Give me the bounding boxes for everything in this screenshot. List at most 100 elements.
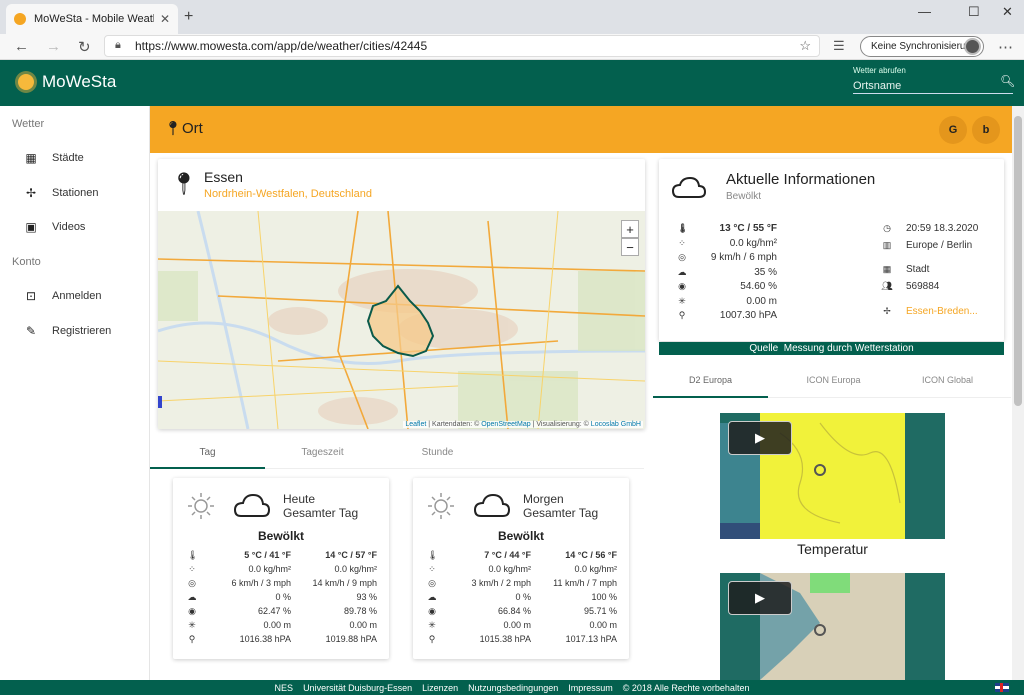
min-value: 0 % bbox=[275, 592, 291, 602]
close-tab-icon[interactable]: ✕ bbox=[160, 12, 170, 26]
sidebar-item-registrieren[interactable]: ✎ Registrieren bbox=[0, 319, 150, 343]
location-pin-icon: 📍︎ bbox=[170, 171, 198, 196]
tab-icon-europa[interactable]: ICON Europa bbox=[776, 375, 891, 385]
min-value: 0.0 kg/hm² bbox=[488, 564, 531, 574]
bing-button[interactable]: b bbox=[972, 116, 1000, 144]
day-value-row: ⚲ 1015.38 hPA 1017.13 hPA bbox=[413, 634, 629, 648]
current-value-row: ◉ 54.60 % bbox=[659, 281, 777, 295]
sidebar-item-label: Stationen bbox=[52, 187, 99, 199]
footer-link-imprint[interactable]: Impressum bbox=[568, 683, 613, 693]
day-title: Heute Gesamter Tag bbox=[283, 492, 358, 520]
day-condition: Bewölkt bbox=[257, 529, 304, 543]
video-icon: ▣ bbox=[25, 220, 37, 234]
sidebar-item-anmelden[interactable]: ⊡ Anmelden bbox=[0, 284, 150, 308]
brand-logo[interactable]: MoWeSta bbox=[18, 72, 116, 92]
play-button[interactable]: ▶ bbox=[728, 421, 792, 455]
minimize-icon[interactable]: — bbox=[918, 4, 931, 19]
fan-icon: ✢ bbox=[25, 186, 37, 200]
browser-tab[interactable]: MoWeSta - Mobile Weather Stat ✕ bbox=[6, 4, 178, 34]
day-condition: Bewölkt bbox=[497, 529, 544, 543]
sun-icon bbox=[188, 493, 214, 519]
footer-link-nes[interactable]: NES bbox=[275, 683, 294, 693]
address-bar[interactable]: 🔒︎ https://www.mowesta.com/app/de/weathe… bbox=[104, 35, 820, 57]
sidebar-section-account: Konto bbox=[12, 256, 41, 268]
sidebar-item-label: Anmelden bbox=[52, 290, 102, 302]
source-value: Messung durch Wetterstation bbox=[783, 343, 914, 354]
search-icon[interactable]: 🔍︎ bbox=[1000, 74, 1015, 88]
cloud-icon bbox=[473, 493, 511, 517]
forward-icon[interactable]: → bbox=[46, 38, 61, 55]
sidebar-item-stationen[interactable]: ✢ Stationen bbox=[0, 181, 150, 205]
zoom-out-button[interactable]: − bbox=[621, 238, 639, 256]
city-map[interactable]: + − Leaflet | Kartendaten: © OpenStreetM… bbox=[158, 211, 645, 429]
station-link[interactable]: Essen-Breden... bbox=[906, 306, 978, 317]
leaflet-link[interactable]: Leaflet bbox=[405, 421, 426, 428]
tab-stunde[interactable]: Stunde bbox=[380, 447, 495, 458]
reload-icon[interactable]: ↻ bbox=[78, 38, 91, 56]
pressure-icon: ⚲ bbox=[428, 634, 436, 644]
video-title: Temperatur bbox=[797, 541, 868, 557]
page-scrollbar[interactable] bbox=[1012, 106, 1024, 680]
current-value: 35 % bbox=[754, 266, 777, 278]
app-header: MoWeSta Wetter abrufen 🔍︎ bbox=[0, 60, 1024, 106]
wind-icon: ◎ bbox=[678, 252, 686, 262]
cloud-cover-icon: ☁︎ bbox=[187, 592, 197, 602]
day-value-row: ☁︎ 0 % 93 % bbox=[173, 592, 389, 606]
current-value: 1007.30 hPA bbox=[719, 310, 777, 321]
footer-link-licenses[interactable]: Lizenzen bbox=[422, 683, 458, 693]
back-icon[interactable]: ← bbox=[14, 38, 29, 55]
current-timezone: Europe / Berlin bbox=[906, 240, 973, 251]
footer-link-terms[interactable]: Nutzungsbedingungen bbox=[468, 683, 558, 693]
min-value: 1015.38 hPA bbox=[479, 634, 531, 644]
humidity-icon: ◉ bbox=[188, 606, 196, 616]
city-region[interactable]: Nordrhein-Westfalen, Deutschland bbox=[204, 188, 372, 200]
second-video[interactable]: ▶ bbox=[720, 573, 945, 680]
sidebar-item-videos[interactable]: ▣ Videos bbox=[0, 215, 150, 239]
close-window-icon[interactable]: ✕ bbox=[1002, 4, 1013, 20]
station-row: ✢ Essen-Breden... bbox=[881, 306, 1001, 320]
population-row: 👥︎ 569884 bbox=[881, 281, 1001, 295]
temperature-video[interactable]: ▶ bbox=[720, 413, 945, 539]
search-input[interactable] bbox=[853, 78, 1013, 94]
precipitation-icon: ⁘ bbox=[678, 237, 686, 248]
tab-d2-europa[interactable]: D2 Europa bbox=[653, 375, 768, 385]
cloud-icon bbox=[671, 176, 707, 198]
current-time: 20:59 18.3.2020 bbox=[906, 223, 979, 234]
scrollbar-thumb[interactable] bbox=[1014, 116, 1022, 406]
favorite-star-icon[interactable]: ☆ bbox=[799, 38, 811, 54]
tab-tag[interactable]: Tag bbox=[150, 447, 265, 458]
current-value-row: 🌡︎ 13 °C / 55 °F bbox=[659, 223, 777, 237]
map-canvas bbox=[158, 211, 645, 429]
day-name: Heute bbox=[283, 492, 316, 506]
google-button[interactable]: G bbox=[939, 116, 967, 144]
locoslab-link[interactable]: Locoslab GmbH bbox=[591, 421, 641, 428]
day-value-row: ✳︎ 0.00 m 0.00 m bbox=[173, 620, 389, 634]
play-button[interactable]: ▶ bbox=[728, 581, 792, 615]
zoom-in-button[interactable]: + bbox=[621, 220, 639, 238]
osm-link[interactable]: OpenStreetMap bbox=[481, 421, 530, 428]
tab-title: MoWeSta - Mobile Weather Stat bbox=[34, 13, 154, 25]
maximize-icon[interactable]: ☐ bbox=[968, 4, 980, 20]
min-value: 62.47 % bbox=[257, 606, 291, 616]
precipitation-icon: ⁘ bbox=[428, 564, 436, 574]
population: 569884 bbox=[906, 281, 940, 292]
day-forecast-card: Heute Gesamter Tag Bewölkt 🌡︎ 5 °C / 41 °F 14… bbox=[173, 478, 389, 659]
tab-tageszeit[interactable]: Tageszeit bbox=[265, 447, 380, 458]
max-value: 100 % bbox=[591, 592, 617, 602]
favicon-icon bbox=[14, 13, 26, 25]
sidebar-item-staedte[interactable]: ▦ Städte bbox=[0, 146, 150, 170]
tab-icon-global[interactable]: ICON Global bbox=[890, 375, 1005, 385]
max-value: 93 % bbox=[356, 592, 377, 602]
new-tab-icon[interactable]: + bbox=[184, 8, 193, 26]
day-period: Gesamter Tag bbox=[523, 506, 599, 520]
min-value: 7 °C / 44 °F bbox=[484, 550, 531, 560]
uk-flag-icon[interactable] bbox=[995, 683, 1009, 692]
favorites-bar-icon[interactable]: ☰ bbox=[833, 38, 845, 54]
sun-logo-icon bbox=[18, 74, 34, 90]
sync-button[interactable]: Keine Synchronisierung bbox=[860, 36, 984, 57]
more-icon[interactable]: ⋯ bbox=[998, 38, 1013, 56]
footer-link-uni[interactable]: Universität Duisburg-Essen bbox=[303, 683, 412, 693]
day-value-row: ✳︎ 0.00 m 0.00 m bbox=[413, 620, 629, 634]
min-value: 0.00 m bbox=[503, 620, 531, 630]
lock-icon: 🔒︎ bbox=[115, 39, 121, 51]
